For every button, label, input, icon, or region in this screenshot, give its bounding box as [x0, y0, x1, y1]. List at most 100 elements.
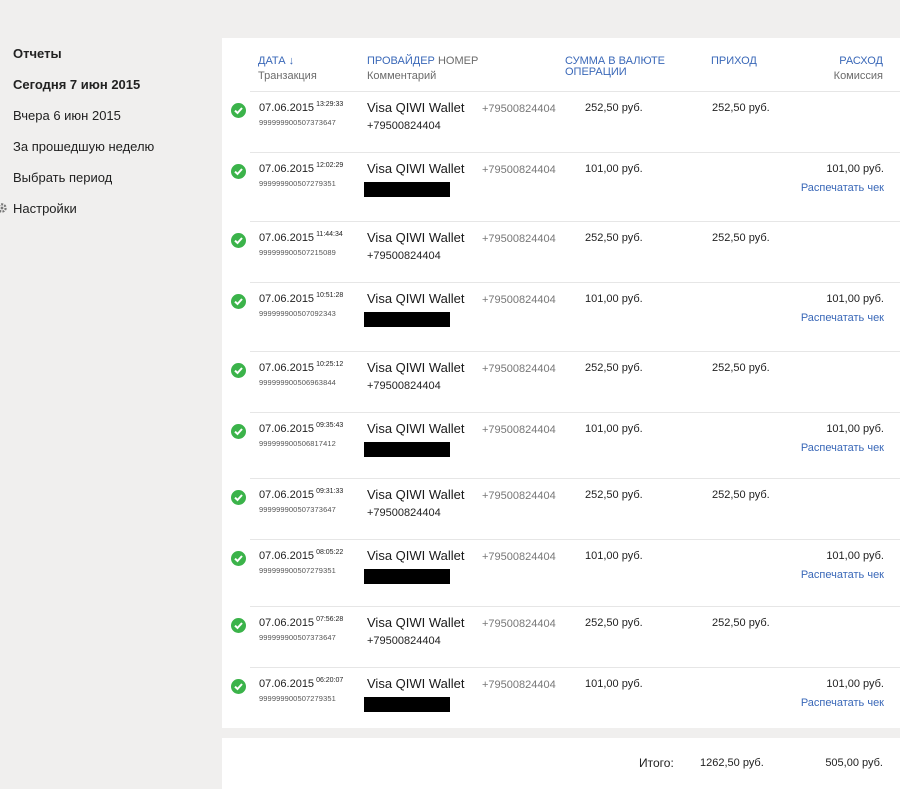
header-date-label[interactable]: ДАТА ↓ [258, 56, 317, 67]
header-expense-label[interactable]: РАСХОД [834, 56, 883, 67]
table-row[interactable]: 07.06.2015 06:20:07 999999900507279351 Visa… [231, 669, 900, 719]
sidebar-item-settings[interactable]: Настройки [13, 201, 77, 216]
row-transaction-id: 999999900507373647 [259, 633, 336, 642]
row-transaction-id: 999999900507279351 [259, 566, 336, 575]
row-provider: Visa QIWI Wallet [367, 291, 465, 306]
header-amount-line2[interactable]: ОПЕРАЦИИ [565, 67, 665, 78]
table-row[interactable]: 07.06.2015 07:56:28 999999900507373647 Visa… [231, 608, 900, 658]
row-amount: 252,50 руб. [585, 617, 643, 629]
print-receipt-link[interactable]: Распечатать чек [801, 182, 884, 194]
row-transaction-id: 999999900507373647 [259, 505, 336, 514]
status-check-icon [231, 164, 246, 179]
row-number: +79500824404 [482, 103, 556, 115]
row-amount: 101,00 руб. [585, 423, 643, 435]
row-transaction-id: 999999900506963844 [259, 378, 336, 387]
table-row[interactable]: 07.06.2015 12:02:29 999999900507279351 Visa… [231, 154, 900, 204]
table-row[interactable]: 07.06.2015 10:25:12 999999900506963844 Visa… [231, 353, 900, 403]
redacted-comment [364, 569, 450, 584]
table-row[interactable]: 07.06.2015 10:51:28 999999900507092343 Visa… [231, 284, 900, 334]
row-provider: Visa QIWI Wallet [367, 421, 465, 436]
row-time: 13:29:33 [316, 101, 344, 108]
redacted-comment [364, 182, 450, 197]
header-amount[interactable]: СУММА В ВАЛЮТЕ ОПЕРАЦИИ [565, 56, 665, 78]
totals-expense: 505,00 руб. [825, 757, 883, 769]
row-date-value: 07.06.2015 [259, 293, 315, 305]
row-date: 07.06.2015 11:44:34 [259, 231, 343, 244]
row-provider: Visa QIWI Wallet [367, 360, 465, 375]
row-provider: Visa QIWI Wallet [367, 548, 465, 563]
row-expense: 101,00 руб. [826, 293, 884, 305]
row-date-value: 07.06.2015 [259, 232, 315, 244]
row-date-value: 07.06.2015 [259, 423, 315, 435]
print-receipt-link[interactable]: Распечатать чек [801, 697, 884, 709]
row-comment: +79500824404 [367, 380, 441, 392]
header-number-label: НОМЕР [437, 55, 479, 67]
header-provider[interactable]: ПРОВАЙДЕР НОМЕР Комментарий [367, 56, 478, 82]
row-transaction-id: 999999900507279351 [259, 179, 336, 188]
table-row[interactable]: 07.06.2015 11:44:34 999999900507215089 Visa… [231, 223, 900, 273]
header-expense[interactable]: РАСХОД Комиссия [834, 56, 883, 82]
row-income: 252,50 руб. [712, 617, 770, 629]
row-provider: Visa QIWI Wallet [367, 676, 465, 691]
row-provider: Visa QIWI Wallet [367, 487, 465, 502]
row-number: +79500824404 [482, 490, 556, 502]
row-number: +79500824404 [482, 618, 556, 630]
row-time: 12:02:29 [316, 162, 344, 169]
print-receipt-link[interactable]: Распечатать чек [801, 442, 884, 454]
row-date-value: 07.06.2015 [259, 617, 315, 629]
row-amount: 252,50 руб. [585, 102, 643, 114]
sidebar-item-yesterday[interactable]: Вчера 6 июн 2015 [13, 108, 121, 123]
table-row[interactable]: 07.06.2015 08:05:22 999999900507279351 Visa… [231, 541, 900, 591]
row-date-value: 07.06.2015 [259, 489, 315, 501]
sidebar-item-last-week[interactable]: За прошедшую неделю [13, 139, 154, 154]
row-divider [250, 478, 900, 479]
status-check-icon [231, 679, 246, 694]
header-date[interactable]: ДАТА ↓ Транзакция [258, 56, 317, 82]
print-receipt-link[interactable]: Распечатать чек [801, 312, 884, 324]
row-number: +79500824404 [482, 294, 556, 306]
row-time: 10:51:28 [316, 292, 344, 299]
row-number: +79500824404 [482, 551, 556, 563]
row-amount: 252,50 руб. [585, 232, 643, 244]
header-income[interactable]: ПРИХОД [711, 56, 757, 67]
row-date: 07.06.2015 10:25:12 [259, 361, 343, 374]
sidebar-item-today[interactable]: Сегодня 7 июн 2015 [13, 77, 140, 92]
table-row[interactable]: 07.06.2015 13:29:33 99999990050737364​7 Vis… [231, 93, 900, 143]
row-number: +79500824404 [482, 164, 556, 176]
table-row[interactable]: 07.06.2015 09:35:43 999999900506817412 Visa… [231, 414, 900, 464]
row-transaction-id: 999999900507279351 [259, 694, 336, 703]
status-check-icon [231, 424, 246, 439]
row-expense: 101,00 руб. [826, 550, 884, 562]
row-divider [250, 667, 900, 668]
transactions-panel: ДАТА ↓ Транзакция ПРОВАЙДЕР НОМЕР Коммен… [222, 38, 900, 728]
row-time: 08:05:22 [316, 549, 344, 556]
row-time: 11:44:34 [316, 231, 343, 238]
table-row[interactable]: 07.06.2015 09:31:33 999999900507373647 Visa… [231, 480, 900, 530]
row-amount: 252,50 руб. [585, 489, 643, 501]
row-date-value: 07.06.2015 [259, 163, 315, 175]
row-date: 07.06.2015 09:31:33 [259, 488, 343, 501]
row-expense: 101,00 руб. [826, 423, 884, 435]
status-check-icon [231, 294, 246, 309]
row-transaction-id: 999999900506817412 [259, 439, 336, 448]
row-time: 07:56:28 [316, 616, 344, 623]
row-divider [250, 606, 900, 607]
status-check-icon [231, 363, 246, 378]
row-date-value: 07.06.2015 [259, 550, 315, 562]
row-amount: 101,00 руб. [585, 293, 643, 305]
row-date-value: 07.06.2015 [259, 102, 315, 114]
row-divider [250, 351, 900, 352]
print-receipt-link[interactable]: Распечатать чек [801, 569, 884, 581]
row-date: 07.06.2015 13:29:33 [259, 101, 344, 114]
header-income-label[interactable]: ПРИХОД [711, 56, 757, 67]
row-comment: +79500824404 [367, 120, 441, 132]
header-provider-label[interactable]: ПРОВАЙДЕР [367, 55, 435, 67]
row-date: 07.06.2015 07:56:28 [259, 616, 344, 629]
redacted-comment [364, 697, 450, 712]
redacted-comment [364, 312, 450, 327]
row-amount: 101,00 руб. [585, 163, 643, 175]
sidebar-item-select-period[interactable]: Выбрать период [13, 170, 112, 185]
row-number: +79500824404 [482, 233, 556, 245]
header-comment-label: Комментарий [367, 70, 437, 82]
row-expense: 101,00 руб. [826, 163, 884, 175]
